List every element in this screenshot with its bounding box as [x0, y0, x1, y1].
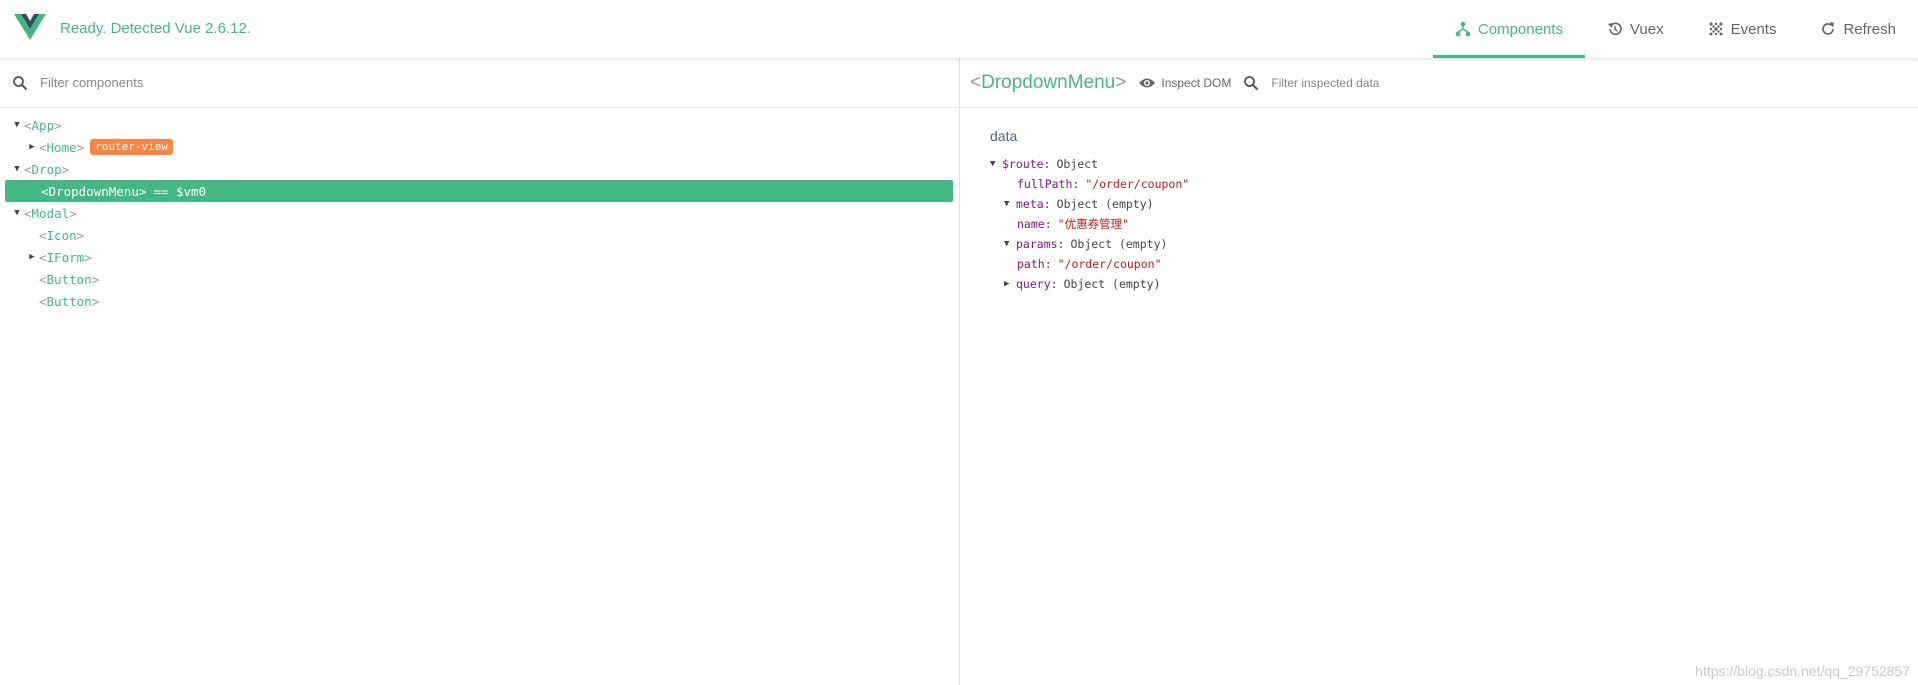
selected-component-name: <DropdownMenu> [970, 71, 1127, 93]
expand-arrow-icon[interactable]: ▼ [1004, 239, 1016, 249]
status-text: Ready. Detected Vue 2.6.12. [60, 20, 251, 37]
tree-item-button[interactable]: < Button > [0, 290, 959, 312]
data-row-query[interactable]: ▶ query: Object (empty) [990, 274, 1918, 294]
tab-vuex-label: Vuex [1629, 20, 1664, 38]
search-icon [13, 75, 28, 90]
expand-arrow-icon[interactable]: ▼ [10, 120, 24, 130]
data-key: path [1017, 257, 1045, 271]
data-key: params [1016, 237, 1058, 251]
refresh-label: Refresh [1843, 20, 1896, 38]
tree-item-label: IForm [46, 249, 85, 265]
tree-item-label: Button [46, 271, 92, 287]
data-section: data ▼ $route: Object fullPath: "/order/… [961, 108, 1918, 294]
data-value: Object (empty) [1056, 197, 1154, 211]
component-name-label: DropdownMenu [981, 71, 1116, 93]
refresh-icon [1820, 21, 1836, 37]
data-row-meta[interactable]: ▼ meta: Object (empty) [990, 194, 1918, 214]
inspect-dom-label: Inspect DOM [1161, 75, 1232, 90]
inspect-dom-button[interactable]: Inspect DOM [1138, 76, 1231, 90]
data-key: name [1017, 217, 1045, 231]
data-key: query [1016, 277, 1051, 291]
data-value: Object [1056, 157, 1099, 171]
data-row-route[interactable]: ▼ $route: Object [990, 154, 1918, 174]
inspector-pane: <DropdownMenu> Inspect DOM data ▼ $route… [961, 58, 1918, 685]
events-icon [1708, 21, 1724, 37]
tab-events[interactable]: Events [1686, 0, 1799, 58]
collapse-arrow-icon[interactable]: ▶ [25, 142, 39, 152]
data-key: fullPath [1017, 177, 1073, 191]
expand-arrow-icon[interactable]: ▼ [1004, 199, 1016, 209]
tree-item-app[interactable]: ▼ < App > [0, 114, 959, 136]
tab-events-label: Events [1730, 20, 1777, 38]
tree-item-icon[interactable]: < Icon > [0, 224, 959, 246]
data-value: Object (empty) [1070, 237, 1168, 251]
tab-vuex[interactable]: Vuex [1585, 0, 1686, 58]
data-key: $route [1002, 157, 1044, 171]
data-row-name[interactable]: name: "优惠券管理" [990, 214, 1918, 234]
expand-arrow-icon[interactable]: ▼ [10, 208, 24, 218]
data-key: meta [1016, 197, 1044, 211]
section-title: data [990, 128, 1018, 144]
tree-item-label: DropdownMenu [48, 183, 139, 199]
filter-data-bar [1243, 75, 1522, 91]
filter-components-input[interactable] [40, 75, 440, 90]
components-icon [1455, 21, 1471, 37]
collapse-arrow-icon[interactable]: ▶ [25, 252, 39, 262]
data-row-params[interactable]: ▼ params: Object (empty) [990, 234, 1918, 254]
tree-item-label: Modal [31, 205, 70, 221]
component-tree: ▼ < App > ▶ < Home > router-view ▼ < Drop > < D… [0, 108, 959, 312]
tree-item-label: Home [46, 139, 77, 155]
search-icon [1244, 75, 1259, 90]
expand-arrow-icon[interactable]: ▼ [990, 159, 1002, 169]
filter-inspected-data-input[interactable] [1271, 75, 1522, 90]
eye-icon [1139, 78, 1156, 87]
tree-item-iform[interactable]: ▶ < IForm > [0, 246, 959, 268]
watermark: https://blog.csdn.net/qq_29752857 [1695, 663, 1910, 679]
history-icon [1607, 21, 1623, 37]
data-value: Object (empty) [1063, 277, 1161, 291]
collapse-arrow-icon[interactable]: ▶ [1004, 279, 1016, 289]
inspector-toolbar: <DropdownMenu> Inspect DOM [961, 58, 1918, 108]
tree-item-label: App [31, 117, 55, 133]
tab-components[interactable]: Components [1432, 0, 1586, 58]
components-pane: ▼ <App> ▶ <Home> router-view ▼ <Drop> <D… [0, 58, 960, 685]
top-toolbar: Ready. Detected Vue 2.6.12. Components V… [0, 0, 1918, 58]
data-value: "/order/coupon" [1057, 257, 1162, 271]
tree-item-label: Icon [46, 227, 77, 243]
data-row-path[interactable]: path: "/order/coupon" [990, 254, 1918, 274]
data-row-fullpath[interactable]: fullPath: "/order/coupon" [990, 174, 1918, 194]
tree-item-drop[interactable]: ▼ < Drop > [0, 158, 959, 180]
tab-components-label: Components [1477, 20, 1563, 38]
tree-item-dropdownmenu[interactable]: < DropdownMenu > == $vm0 [5, 180, 953, 202]
main-nav: Components Vuex Events Refresh [1432, 0, 1918, 58]
router-view-badge: router-view [90, 139, 174, 155]
filter-components-bar [0, 58, 959, 108]
tree-item-modal[interactable]: ▼ < Modal > [0, 202, 959, 224]
vm-reference: == $vm0 [153, 183, 207, 199]
tree-item-label: Drop [31, 161, 62, 177]
tree-item-button[interactable]: < Button > [0, 268, 959, 290]
vue-logo-icon [14, 14, 46, 40]
expand-arrow-icon[interactable]: ▼ [10, 164, 24, 174]
refresh-button[interactable]: Refresh [1798, 0, 1918, 58]
tree-item-home[interactable]: ▶ < Home > router-view [0, 136, 959, 158]
data-value: "/order/coupon" [1085, 177, 1190, 191]
data-value: "优惠券管理" [1057, 217, 1129, 231]
tree-item-label: Button [46, 293, 92, 309]
